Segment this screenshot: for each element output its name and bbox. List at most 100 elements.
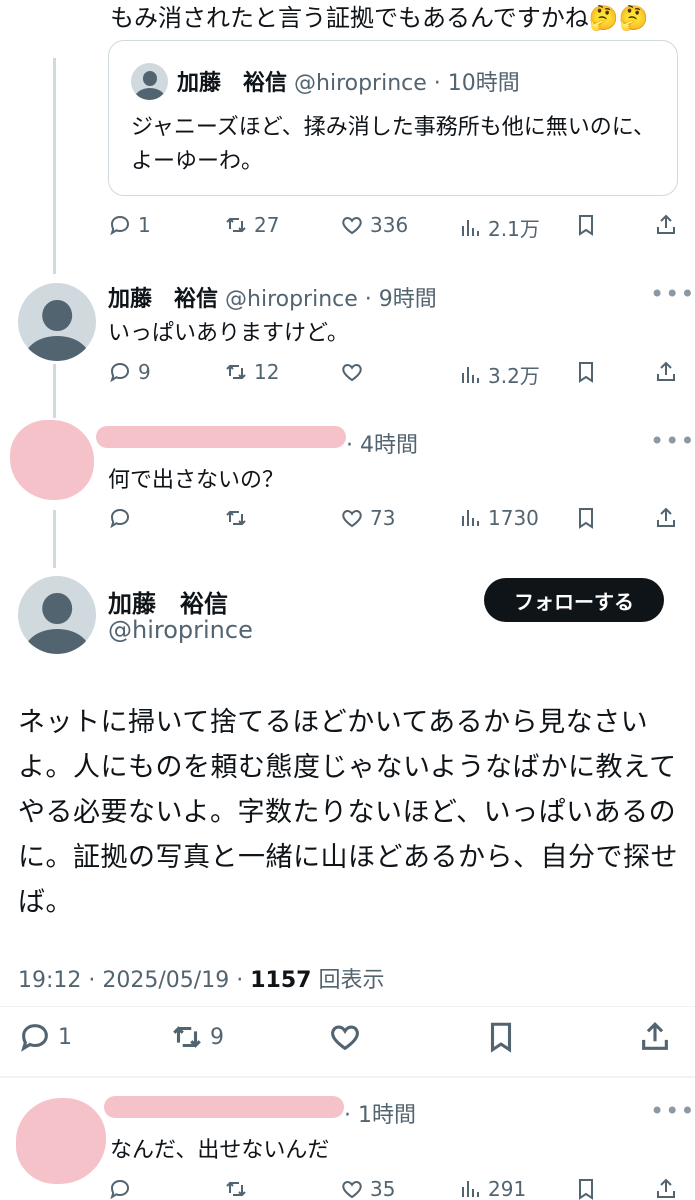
thread-line xyxy=(53,510,56,568)
like-count: 73 xyxy=(370,506,396,530)
reply-button[interactable]: 9 xyxy=(108,360,151,384)
author-handle[interactable]: @hiroprince xyxy=(294,71,427,96)
redacted-name xyxy=(104,1096,344,1118)
partial-tweet-text: もみ消されたと言う証拠でもあるんですかね🤔🤔 xyxy=(110,4,649,32)
like-button[interactable] xyxy=(340,360,364,384)
tweet-time: · 10時間 xyxy=(433,71,520,96)
reply-count: 9 xyxy=(138,360,151,384)
quoted-tweet-header: 加藤 裕信 @hiroprince · 10時間 xyxy=(177,65,520,97)
view-count: 1157 xyxy=(250,968,312,993)
repost-button[interactable]: 12 xyxy=(224,360,279,384)
tweet-actions: 9 12 3.2万 xyxy=(108,360,678,390)
views-button[interactable]: 291 xyxy=(458,1177,526,1200)
bookmark-button[interactable] xyxy=(574,213,598,237)
heart-icon xyxy=(331,1025,359,1051)
tweet-time: · 4時間 xyxy=(346,433,418,458)
tweet-text: ネットに掃いて捨てるほどかいてあるから見なさいよ。人にものを頼む態度じゃないよう… xyxy=(18,707,678,918)
like-count: 35 xyxy=(370,1177,396,1200)
avatar[interactable] xyxy=(131,63,168,100)
reply-icon xyxy=(110,508,130,529)
author-name[interactable]: 加藤 裕信 xyxy=(108,584,228,619)
heart-icon xyxy=(342,363,362,382)
reply-button[interactable] xyxy=(108,506,132,530)
share-icon xyxy=(642,1022,668,1050)
repost-button[interactable] xyxy=(224,506,248,530)
bookmark-button[interactable] xyxy=(574,1177,598,1200)
share-button[interactable] xyxy=(638,1020,672,1054)
tweet-meta: 19:12 · 2025/05/19 · 1157 回表示 xyxy=(18,968,385,993)
avatar[interactable] xyxy=(18,576,96,654)
repost-icon xyxy=(226,217,246,233)
views-chart-icon xyxy=(462,510,479,526)
tweet-actions: 1 27 336 2.1万 xyxy=(108,213,678,243)
quoted-tweet-text: ジャニーズほど、揉み消した事務所も他に無いのに、よーゆーわ。 xyxy=(131,115,656,174)
like-button[interactable]: 35 xyxy=(340,1177,395,1200)
reply-text: いっぱいありますけど。 xyxy=(108,321,349,346)
bookmark-icon xyxy=(579,1179,593,1200)
share-button[interactable] xyxy=(654,506,678,530)
share-button[interactable] xyxy=(654,1177,678,1200)
tweet-actions: 73 1730 xyxy=(108,506,678,536)
author-handle[interactable]: @hiroprince xyxy=(108,616,253,644)
bookmark-button[interactable] xyxy=(574,506,598,530)
tweet-time: · 1時間 xyxy=(344,1103,416,1128)
reply-button[interactable]: 1 xyxy=(108,213,151,237)
like-button[interactable]: 336 xyxy=(340,213,408,237)
heart-icon xyxy=(342,509,362,528)
views-button[interactable]: 3.2万 xyxy=(458,360,540,389)
bookmark-icon xyxy=(579,362,593,383)
repost-button[interactable] xyxy=(224,1177,248,1200)
views-chart-icon xyxy=(462,219,479,236)
repost-icon xyxy=(173,1026,201,1048)
bookmark-icon xyxy=(490,1022,512,1053)
reply-button[interactable] xyxy=(108,1177,132,1200)
bookmark-icon xyxy=(579,215,593,236)
author-handle[interactable]: @hiroprince xyxy=(225,287,358,312)
repost-icon xyxy=(226,1181,246,1197)
like-count: 336 xyxy=(370,213,409,237)
views-chart-icon xyxy=(462,366,479,383)
bookmark-button[interactable] xyxy=(574,360,598,384)
share-button[interactable] xyxy=(654,360,678,384)
views-button[interactable]: 1730 xyxy=(458,506,539,530)
reply-icon xyxy=(110,215,130,236)
reply-count: 1 xyxy=(138,213,151,237)
like-button[interactable]: 73 xyxy=(340,506,395,530)
share-icon xyxy=(657,1178,675,1198)
share-button[interactable] xyxy=(654,213,678,237)
more-options-icon[interactable]: ••• xyxy=(650,1097,695,1125)
heart-icon xyxy=(342,216,362,235)
reply-icon xyxy=(21,1024,48,1052)
share-icon xyxy=(657,361,675,381)
tweet-time[interactable]: 19:12 xyxy=(18,968,81,993)
author-name[interactable]: 加藤 裕信 xyxy=(108,287,218,312)
reply-icon xyxy=(110,1179,130,1200)
repost-count: 9 xyxy=(210,1024,224,1050)
views-count: 3.2万 xyxy=(488,364,540,388)
bookmark-icon xyxy=(579,508,593,529)
views-button[interactable]: 2.1万 xyxy=(458,213,540,242)
heart-icon xyxy=(342,1180,362,1199)
more-options-icon[interactable]: ••• xyxy=(650,427,695,455)
tweet-actions: 35 291 xyxy=(108,1177,678,1200)
like-button[interactable] xyxy=(328,1020,362,1054)
more-options-icon[interactable]: ••• xyxy=(650,280,695,308)
tweet-date[interactable]: 2025/05/19 xyxy=(102,968,229,993)
reply-count: 1 xyxy=(58,1024,72,1050)
repost-count: 12 xyxy=(254,360,280,384)
follow-button[interactable]: フォローする xyxy=(484,578,664,622)
reply-text: 何で出さないの？ xyxy=(108,468,285,493)
author-name[interactable]: 加藤 裕信 xyxy=(177,71,287,96)
repost-button[interactable]: 27 xyxy=(224,213,279,237)
divider xyxy=(0,1006,695,1007)
views-count: 291 xyxy=(488,1177,527,1200)
quoted-tweet-card[interactable]: 加藤 裕信 @hiroprince · 10時間 ジャニーズほど、揉み消した事務… xyxy=(108,40,678,196)
repost-button[interactable]: 9 xyxy=(170,1020,224,1054)
avatar[interactable] xyxy=(18,283,96,361)
share-icon xyxy=(657,214,675,234)
reply-button[interactable]: 1 xyxy=(18,1020,72,1054)
bookmark-button[interactable] xyxy=(484,1020,518,1054)
divider xyxy=(0,1076,695,1078)
main-tweet-actions: 1 9 xyxy=(18,1020,678,1060)
redacted-avatar xyxy=(16,1098,106,1184)
